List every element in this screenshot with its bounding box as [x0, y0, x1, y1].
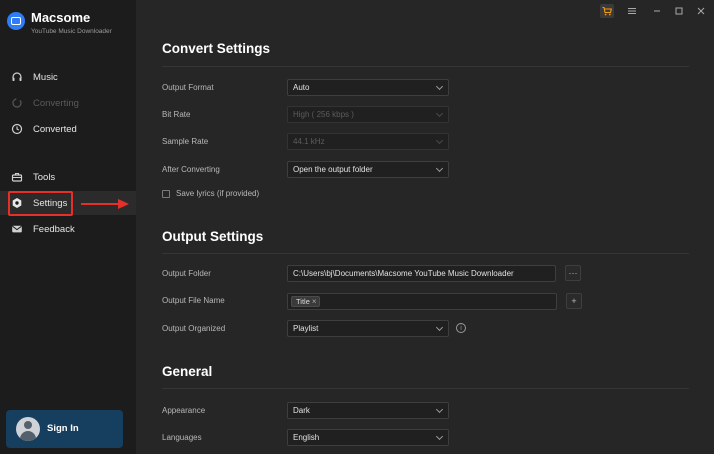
- after-converting-select[interactable]: Open the output folder: [287, 161, 449, 178]
- sample-rate-label: Sample Rate: [162, 137, 209, 146]
- chevron-down-icon: [435, 82, 444, 91]
- appearance-select[interactable]: Dark: [287, 402, 449, 419]
- languages-label: Languages: [162, 433, 202, 442]
- output-file-name-label: Output File Name: [162, 296, 225, 305]
- output-format-value: Auto: [293, 83, 310, 92]
- maximize-icon: [675, 7, 683, 15]
- maximize-button[interactable]: [672, 4, 686, 18]
- output-organized-value: Playlist: [293, 324, 319, 333]
- sync-icon: [11, 97, 23, 109]
- sidebar-item-label: Music: [33, 71, 58, 83]
- app-logo-icon: [7, 12, 25, 30]
- clock-icon: [11, 123, 23, 135]
- sample-rate-value: 44.1 kHz: [293, 137, 325, 146]
- menu-button[interactable]: [625, 4, 639, 18]
- chevron-down-icon: [435, 405, 444, 414]
- menu-icon: [628, 8, 636, 14]
- save-lyrics-label: Save lyrics (if provided): [176, 189, 260, 198]
- chevron-down-icon: [435, 136, 444, 145]
- chevron-down-icon: [435, 164, 444, 173]
- info-icon[interactable]: i: [456, 323, 466, 333]
- chevron-down-icon: [435, 432, 444, 441]
- output-settings-title: Output Settings: [162, 229, 264, 244]
- title-tag-label: Title: [296, 297, 310, 306]
- cart-button[interactable]: [600, 4, 614, 18]
- appearance-label: Appearance: [162, 406, 206, 415]
- output-format-select[interactable]: Auto: [287, 79, 449, 96]
- sign-in-label: Sign In: [47, 423, 79, 434]
- app-name: Macsome: [31, 10, 91, 25]
- settings-highlight-box: [8, 191, 73, 216]
- divider: [162, 388, 689, 389]
- sidebar-item-converted[interactable]: Converted: [0, 117, 136, 141]
- chevron-down-icon: [435, 109, 444, 118]
- appearance-value: Dark: [293, 406, 310, 415]
- bit-rate-select[interactable]: High ( 256 kbps ): [287, 106, 449, 123]
- sidebar-item-feedback[interactable]: Feedback: [0, 217, 136, 241]
- output-folder-input[interactable]: C:\Users\bj\Documents\Macsome YouTube Mu…: [287, 265, 556, 282]
- annotation-arrow-icon: [81, 199, 129, 209]
- output-organized-select[interactable]: Playlist: [287, 320, 449, 337]
- output-folder-label: Output Folder: [162, 269, 211, 278]
- sidebar-item-tools[interactable]: Tools: [0, 165, 136, 189]
- tag-remove-icon[interactable]: ×: [312, 297, 317, 306]
- sign-in-button[interactable]: Sign In: [6, 410, 123, 448]
- browse-folder-button[interactable]: ···: [565, 265, 581, 281]
- output-file-name-input[interactable]: Title ×: [287, 293, 557, 310]
- toolbox-icon: [11, 171, 23, 183]
- divider: [162, 66, 689, 67]
- sidebar-item-music[interactable]: Music: [0, 65, 136, 89]
- divider: [162, 253, 689, 254]
- app-subtitle: YouTube Music Downloader: [31, 28, 112, 35]
- after-converting-value: Open the output folder: [293, 165, 373, 174]
- close-icon: [697, 7, 705, 15]
- sidebar-item-converting[interactable]: Converting: [0, 91, 136, 115]
- add-tag-button[interactable]: +: [566, 293, 582, 309]
- bit-rate-value: High ( 256 kbps ): [293, 110, 354, 119]
- close-button[interactable]: [694, 4, 708, 18]
- languages-value: English: [293, 433, 320, 442]
- sidebar: Macsome YouTube Music Downloader Music C…: [0, 0, 136, 454]
- sidebar-item-label: Tools: [33, 171, 56, 183]
- mail-icon: [11, 223, 23, 235]
- cart-icon: [602, 6, 612, 16]
- minimize-icon: [654, 10, 660, 12]
- general-title: General: [162, 364, 213, 379]
- bit-rate-label: Bit Rate: [162, 110, 191, 119]
- chevron-down-icon: [435, 323, 444, 332]
- sidebar-item-label: Converted: [33, 123, 77, 135]
- sample-rate-select[interactable]: 44.1 kHz: [287, 133, 449, 150]
- after-converting-label: After Converting: [162, 165, 220, 174]
- languages-select[interactable]: English: [287, 429, 449, 446]
- output-organized-label: Output Organized: [162, 324, 226, 333]
- sidebar-item-label: Converting: [33, 97, 79, 109]
- title-tag: Title ×: [291, 296, 320, 307]
- convert-settings-title: Convert Settings: [162, 41, 271, 56]
- save-lyrics-checkbox[interactable]: [162, 190, 170, 198]
- headphones-icon: [11, 71, 23, 83]
- minimize-button[interactable]: [650, 4, 664, 18]
- avatar: [16, 417, 40, 441]
- output-format-label: Output Format: [162, 83, 214, 92]
- sidebar-item-label: Feedback: [33, 223, 75, 235]
